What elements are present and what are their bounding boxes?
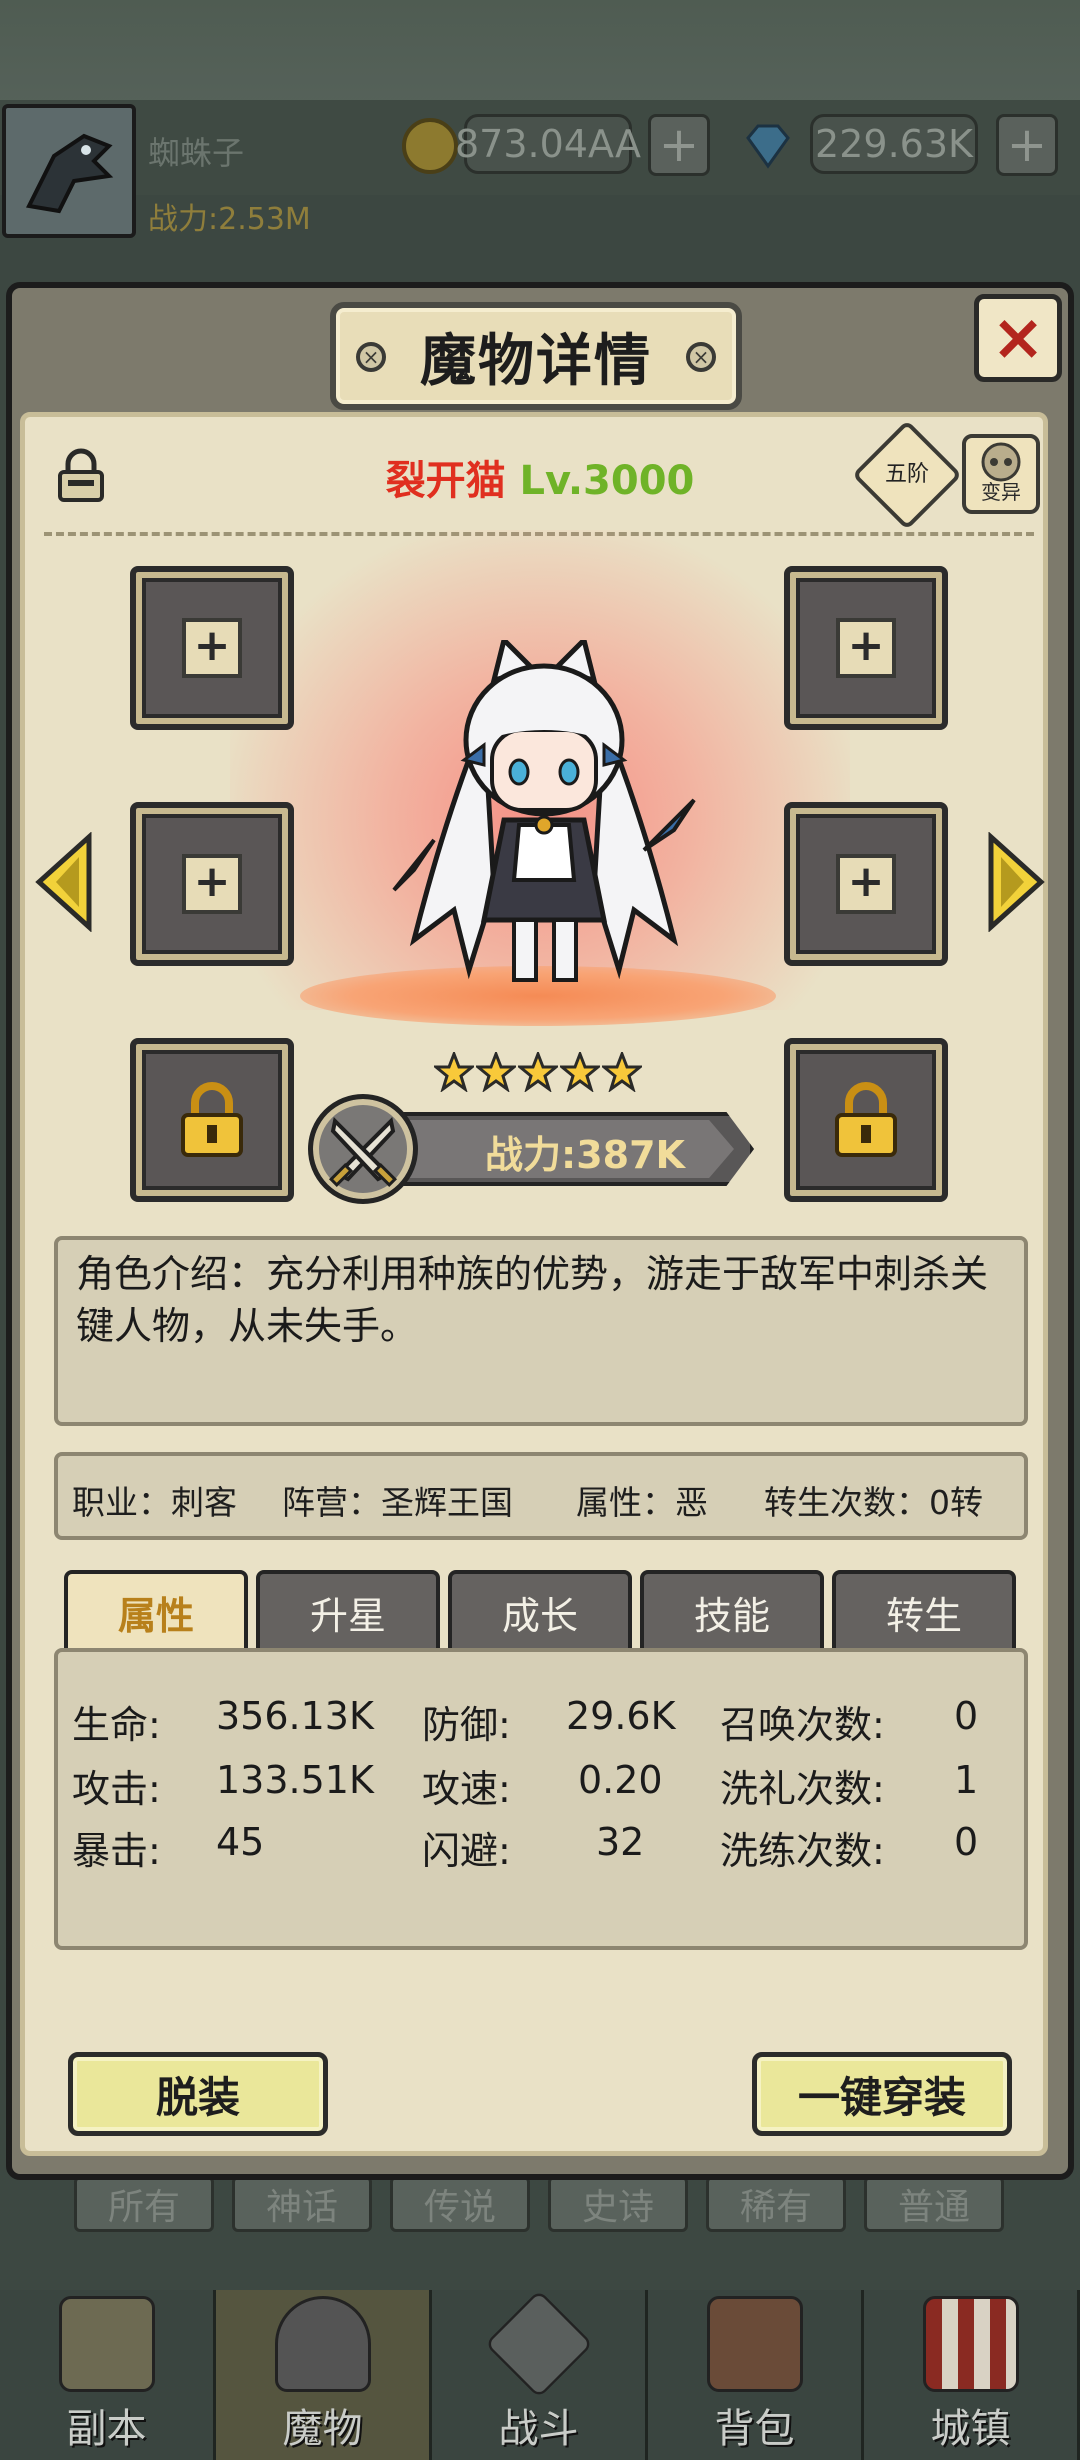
close-icon: × xyxy=(991,301,1045,375)
star-icon xyxy=(518,1052,558,1092)
nav-label: 战斗 xyxy=(498,2406,579,2452)
rebirth-label: 转生次数：0转 xyxy=(764,1483,983,1522)
filter-tab-common[interactable]: 普通 xyxy=(864,2176,1004,2232)
filter-tab-all[interactable]: 所有 xyxy=(74,2176,214,2232)
player-avatar[interactable] xyxy=(2,104,136,238)
nav-monster[interactable]: 魔物 xyxy=(216,2290,432,2460)
dialog-title: 魔物详情 xyxy=(420,328,652,394)
arrow-left-icon[interactable] xyxy=(34,832,94,932)
add-icon: + xyxy=(182,618,242,678)
rank-label: 五阶 xyxy=(884,462,929,487)
swords-icon xyxy=(328,1116,398,1188)
gem-amount: 229.63K xyxy=(810,114,978,174)
stat-value: 356.13K xyxy=(216,1694,374,1738)
stat-label: 暴击: xyxy=(72,1829,161,1873)
stat-label: 攻击: xyxy=(72,1767,161,1811)
stat-label: 召唤次数: xyxy=(720,1703,885,1747)
add-icon: + xyxy=(836,854,896,914)
stat-label: 洗礼次数: xyxy=(720,1767,885,1811)
rivet-icon: × xyxy=(686,342,716,372)
stat-value: 32 xyxy=(596,1820,645,1864)
nav-dungeon[interactable]: 副本 xyxy=(0,2290,216,2460)
nav-label: 城镇 xyxy=(930,2406,1011,2452)
stat-value: 133.51K xyxy=(216,1758,374,1802)
dialog-title-plate: × 魔物详情 × xyxy=(330,302,742,410)
stats-panel: 生命: 356.13K 防御: 29.6K 召唤次数: 0 攻击: 133.51… xyxy=(54,1648,1028,1950)
stat-value: 1 xyxy=(954,1758,979,1802)
nav-label: 副本 xyxy=(66,2406,147,2452)
diamond-icon xyxy=(746,124,790,169)
unequip-button[interactable]: 脱装 xyxy=(68,2052,328,2136)
equip-slot-3[interactable]: + xyxy=(130,802,294,966)
add-icon: + xyxy=(836,618,896,678)
filter-tab-rare[interactable]: 稀有 xyxy=(706,2176,846,2232)
dragon-avatar-icon xyxy=(26,133,114,214)
star-icon xyxy=(560,1052,600,1092)
close-button[interactable]: × xyxy=(974,294,1062,382)
star-rating xyxy=(434,1052,646,1094)
crossed-swords-icon xyxy=(484,2289,593,2399)
add-gem-button[interactable]: + xyxy=(996,114,1058,176)
backpack-icon xyxy=(706,2296,803,2392)
shop-tent-icon xyxy=(922,2296,1019,2392)
filter-tab-mythic[interactable]: 神话 xyxy=(232,2176,372,2232)
tab-growth[interactable]: 成长 xyxy=(448,1570,632,1650)
helmet-icon xyxy=(274,2296,371,2392)
equip-slot-4[interactable]: + xyxy=(784,802,948,966)
gold-lock-icon xyxy=(181,1082,243,1157)
camp-label: 阵营：圣辉王国 xyxy=(282,1483,513,1522)
equip-all-button[interactable]: 一键穿装 xyxy=(752,2052,1012,2136)
stat-value: 45 xyxy=(216,1820,265,1864)
rivet-icon: × xyxy=(356,342,386,372)
player-power: 战力:2.53M xyxy=(148,202,311,237)
equip-slot-1[interactable]: + xyxy=(130,566,294,730)
tab-star-up[interactable]: 升星 xyxy=(256,1570,440,1650)
star-icon xyxy=(476,1052,516,1092)
gold-amount: 873.04AA xyxy=(455,114,641,174)
power-badge xyxy=(308,1094,418,1204)
job-label: 职业：刺客 xyxy=(72,1483,237,1522)
filter-tab-epic[interactable]: 史诗 xyxy=(548,2176,688,2232)
character-intro: 角色介绍：充分利用种族的优势，游走于敌军中刺杀关键人物，从未失手。 xyxy=(54,1236,1028,1426)
nav-battle[interactable]: 战斗 xyxy=(432,2289,648,2460)
equip-slot-locked-1[interactable] xyxy=(130,1038,294,1202)
stat-value: 0 xyxy=(954,1694,979,1738)
monster-level: Lv.3000 xyxy=(519,458,695,504)
background-scene xyxy=(0,0,1080,110)
equip-slot-locked-2[interactable] xyxy=(784,1038,948,1202)
attribute-label: 属性：恶 xyxy=(576,1483,708,1522)
stat-label: 洗练次数: xyxy=(720,1829,885,1873)
info-row: 职业：刺客 阵营：圣辉王国 属性：恶 转生次数：0转 xyxy=(54,1452,1028,1540)
monster-character[interactable] xyxy=(374,640,714,1000)
stat-label: 闪避: xyxy=(422,1829,511,1873)
tab-skills[interactable]: 技能 xyxy=(640,1570,824,1650)
tab-attributes[interactable]: 属性 xyxy=(64,1570,248,1650)
star-icon xyxy=(602,1052,642,1092)
arrow-right-icon[interactable] xyxy=(986,832,1046,932)
add-icon: + xyxy=(182,854,242,914)
gold-lock-icon xyxy=(835,1082,897,1157)
gold-coin-icon xyxy=(402,118,458,174)
bottom-navigation: 副本 魔物 战斗 背包 城镇 xyxy=(0,2289,1080,2460)
stat-label: 防御: xyxy=(422,1703,511,1747)
monster-name: 裂开猫 xyxy=(385,458,506,504)
stat-value: 29.6K xyxy=(566,1694,676,1738)
stat-label: 生命: xyxy=(72,1703,161,1747)
star-icon xyxy=(434,1052,474,1092)
nav-label: 魔物 xyxy=(282,2406,363,2452)
monster-power: 战力:387K xyxy=(485,1133,685,1177)
nav-label: 背包 xyxy=(714,2406,795,2452)
tab-rebirth[interactable]: 转生 xyxy=(832,1570,1016,1650)
map-scroll-icon xyxy=(58,2296,155,2392)
filter-tab-legend[interactable]: 传说 xyxy=(390,2176,530,2232)
mutate-label: 变异 xyxy=(981,480,1021,504)
equip-slot-2[interactable]: + xyxy=(784,566,948,730)
stat-value: 0 xyxy=(954,1820,979,1864)
player-name: 蜘蛛子 xyxy=(148,134,245,172)
nav-town[interactable]: 城镇 xyxy=(864,2290,1080,2460)
stat-label: 攻速: xyxy=(422,1767,511,1811)
add-gold-button[interactable]: + xyxy=(648,114,710,176)
stat-value: 0.20 xyxy=(578,1758,663,1802)
nav-backpack[interactable]: 背包 xyxy=(648,2290,864,2460)
